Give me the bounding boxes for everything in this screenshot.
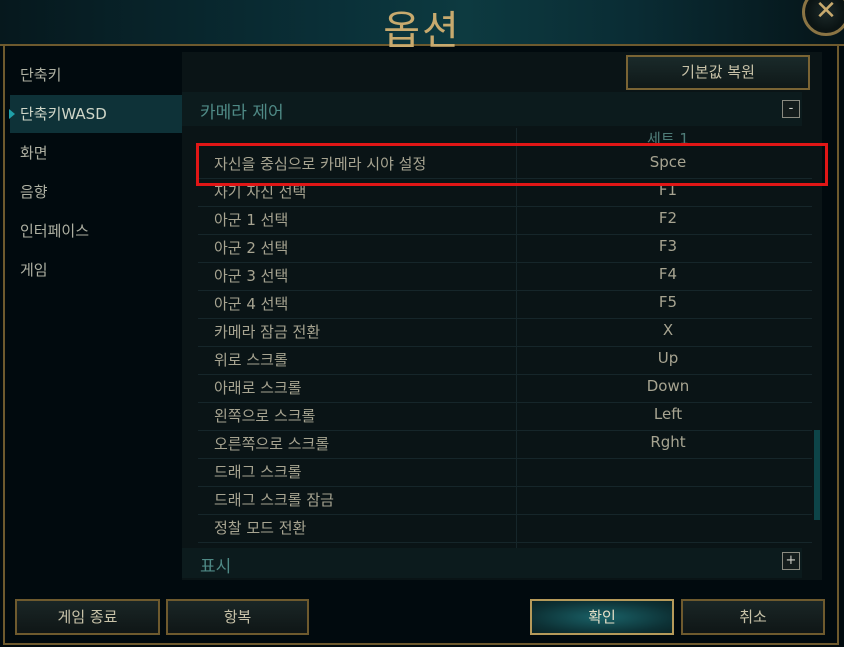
sidebar-item-video[interactable]: 화면 [10, 134, 182, 172]
cancel-button[interactable]: 취소 [681, 599, 825, 635]
restore-defaults-button[interactable]: 기본값 복원 [626, 55, 810, 90]
table-row[interactable]: 드래그 스크롤 잠금 [198, 486, 812, 515]
sidebar-item-hotkeys-wasd[interactable]: 단축키WASD [9, 95, 182, 133]
action-label: 위로 스크롤 [214, 351, 288, 369]
hotkey-panel: 기본값 복원 카메라 제어 - 세트 1 자신을 중심으로 카메라 시야 설정 … [182, 52, 822, 580]
table-row[interactable]: 아군 2 선택 F3 [198, 234, 812, 263]
key-binding[interactable]: Up [518, 349, 818, 367]
sidebar-item-sound[interactable]: 음향 [10, 173, 182, 211]
sidebar-item-label: 게임 [20, 261, 48, 279]
table-row[interactable]: 왼쪽으로 스크롤 Left [198, 402, 812, 431]
collapse-icon[interactable]: - [782, 100, 800, 118]
window-title: 옵션 [383, 8, 461, 54]
surrender-button[interactable]: 항복 [166, 599, 309, 635]
sidebar-item-label: 음향 [20, 183, 48, 201]
key-binding[interactable]: F5 [518, 293, 818, 311]
table-row[interactable]: 아군 1 선택 F2 [198, 206, 812, 235]
hotkey-grid: 세트 1 자신을 중심으로 카메라 시야 설정 Spce 자기 자신 선택 F1… [198, 128, 812, 548]
key-binding[interactable]: Left [518, 405, 818, 423]
action-label: 아군 4 선택 [214, 295, 289, 313]
table-row[interactable]: 드래그 스크롤 [198, 458, 812, 487]
table-row[interactable]: 오른쪽으로 스크롤 Rght [198, 430, 812, 459]
key-binding[interactable]: F3 [518, 237, 818, 255]
action-label: 카메라 잠금 전환 [214, 323, 321, 341]
section-title: 표시 [200, 557, 232, 577]
sidebar-item-interface[interactable]: 인터페이스 [10, 212, 182, 250]
key-binding[interactable]: Rght [518, 433, 818, 451]
sidebar-item-game[interactable]: 게임 [10, 251, 182, 289]
table-row[interactable]: 아군 3 선택 F4 [198, 262, 812, 291]
key-binding[interactable]: X [518, 321, 818, 339]
action-label: 왼쪽으로 스크롤 [214, 407, 316, 425]
sidebar-item-label: 인터페이스 [20, 222, 90, 240]
action-label: 정찰 모드 전환 [214, 519, 307, 537]
table-row[interactable]: 아래로 스크롤 Down [198, 374, 812, 403]
action-label: 아래로 스크롤 [214, 379, 302, 397]
sidebar: 단축키 단축키WASD 화면 음향 인터페이스 게임 [9, 56, 182, 290]
highlight-box [196, 143, 828, 186]
ok-button[interactable]: 확인 [530, 599, 674, 635]
table-row[interactable]: 아군 4 선택 F5 [198, 290, 812, 319]
scrollbar-thumb[interactable] [814, 430, 820, 520]
key-binding[interactable]: Down [518, 377, 818, 395]
sidebar-item-label: 단축키 [20, 66, 62, 84]
expand-icon[interactable]: + [782, 552, 800, 570]
key-binding[interactable]: F4 [518, 265, 818, 283]
table-row[interactable]: 카메라 잠금 전환 X [198, 318, 812, 347]
section-header-display[interactable]: 표시 [182, 548, 802, 578]
quit-game-button[interactable]: 게임 종료 [15, 599, 160, 635]
title-bar: 옵션 ✕ [0, 0, 844, 54]
sidebar-item-label: 화면 [20, 144, 48, 162]
sidebar-item-label: 단축키WASD [20, 105, 107, 123]
action-label: 오른쪽으로 스크롤 [214, 435, 330, 453]
table-row[interactable]: 위로 스크롤 Up [198, 346, 812, 375]
action-label: 드래그 스크롤 잠금 [214, 491, 334, 509]
sidebar-item-hotkeys[interactable]: 단축키 [10, 56, 182, 94]
active-arrow-icon [9, 109, 15, 119]
section-title: 카메라 제어 [200, 103, 284, 123]
key-binding[interactable]: F2 [518, 209, 818, 227]
action-label: 아군 1 선택 [214, 211, 289, 229]
action-label: 아군 3 선택 [214, 267, 289, 285]
action-label: 아군 2 선택 [214, 239, 289, 257]
table-row[interactable]: 정찰 모드 전환 [198, 514, 812, 543]
section-header-camera[interactable]: 카메라 제어 [182, 92, 802, 126]
action-label: 드래그 스크롤 [214, 463, 302, 481]
